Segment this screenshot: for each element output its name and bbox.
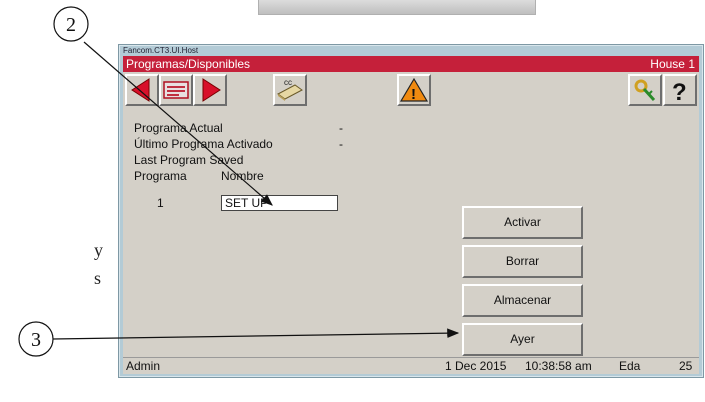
last-program-saved-label: Last Program Saved xyxy=(134,153,244,167)
status-bar: Admin 1 Dec 2015 10:38:58 am Eda 25 xyxy=(123,357,699,374)
status-date: 1 Dec 2015 xyxy=(445,359,507,373)
alarm-button[interactable]: ! xyxy=(397,74,431,106)
next-button[interactable] xyxy=(193,74,227,106)
almacenar-button[interactable]: Almacenar xyxy=(462,284,583,317)
ayer-button[interactable]: Ayer xyxy=(462,323,583,356)
arrow-left-icon xyxy=(131,78,150,102)
cc-icon: cc xyxy=(277,78,303,101)
content-area: Programa Actual - Último Programa Activa… xyxy=(123,109,699,357)
help-icon: ? xyxy=(672,79,687,106)
ultimo-programa-label: Último Programa Activado xyxy=(134,137,273,151)
window-title: Fancom.CT3.UI.Host xyxy=(123,46,199,55)
help-button[interactable]: ? xyxy=(663,74,697,106)
key-button[interactable] xyxy=(628,74,662,106)
help-label: ? xyxy=(672,79,687,104)
activar-button[interactable]: Activar xyxy=(462,206,583,239)
programa-actual-value: - xyxy=(339,121,343,135)
status-number: 25 xyxy=(679,359,693,373)
side-text-y: y xyxy=(94,240,103,260)
arrow-right-icon xyxy=(202,78,221,102)
list-button[interactable] xyxy=(159,74,193,106)
status-time: 10:38:58 am xyxy=(525,359,592,373)
programa-actual-label: Programa Actual xyxy=(134,121,223,135)
warning-icon: ! xyxy=(399,77,429,103)
house-label: House 1 xyxy=(650,57,695,71)
column-nombre: Nombre xyxy=(221,169,264,183)
top-shade xyxy=(258,0,536,15)
header-bar: Programas/Disponibles House 1 xyxy=(123,56,699,72)
cc-label: cc xyxy=(284,78,292,87)
column-programa: Programa xyxy=(134,169,187,183)
app-panel: Programas/Disponibles House 1 cc ! ? Pro… xyxy=(123,56,699,374)
program-name-field[interactable]: SET UP xyxy=(221,195,338,211)
ultimo-programa-value: - xyxy=(339,137,343,151)
toolbar: cc ! ? xyxy=(123,72,699,109)
side-text-s: s xyxy=(94,268,102,288)
cc-button[interactable]: cc xyxy=(273,74,307,106)
borrar-button[interactable]: Borrar xyxy=(462,245,583,278)
list-icon xyxy=(163,81,189,99)
page-title: Programas/Disponibles xyxy=(126,57,251,71)
prev-button[interactable] xyxy=(125,74,159,106)
warning-label: ! xyxy=(411,86,416,103)
status-name: Eda xyxy=(619,359,641,373)
status-user: Admin xyxy=(126,359,161,373)
key-icon xyxy=(634,79,656,102)
app-window: Fancom.CT3.UI.Host Programas/Disponibles… xyxy=(118,44,704,378)
program-row-number: 1 xyxy=(157,196,164,210)
